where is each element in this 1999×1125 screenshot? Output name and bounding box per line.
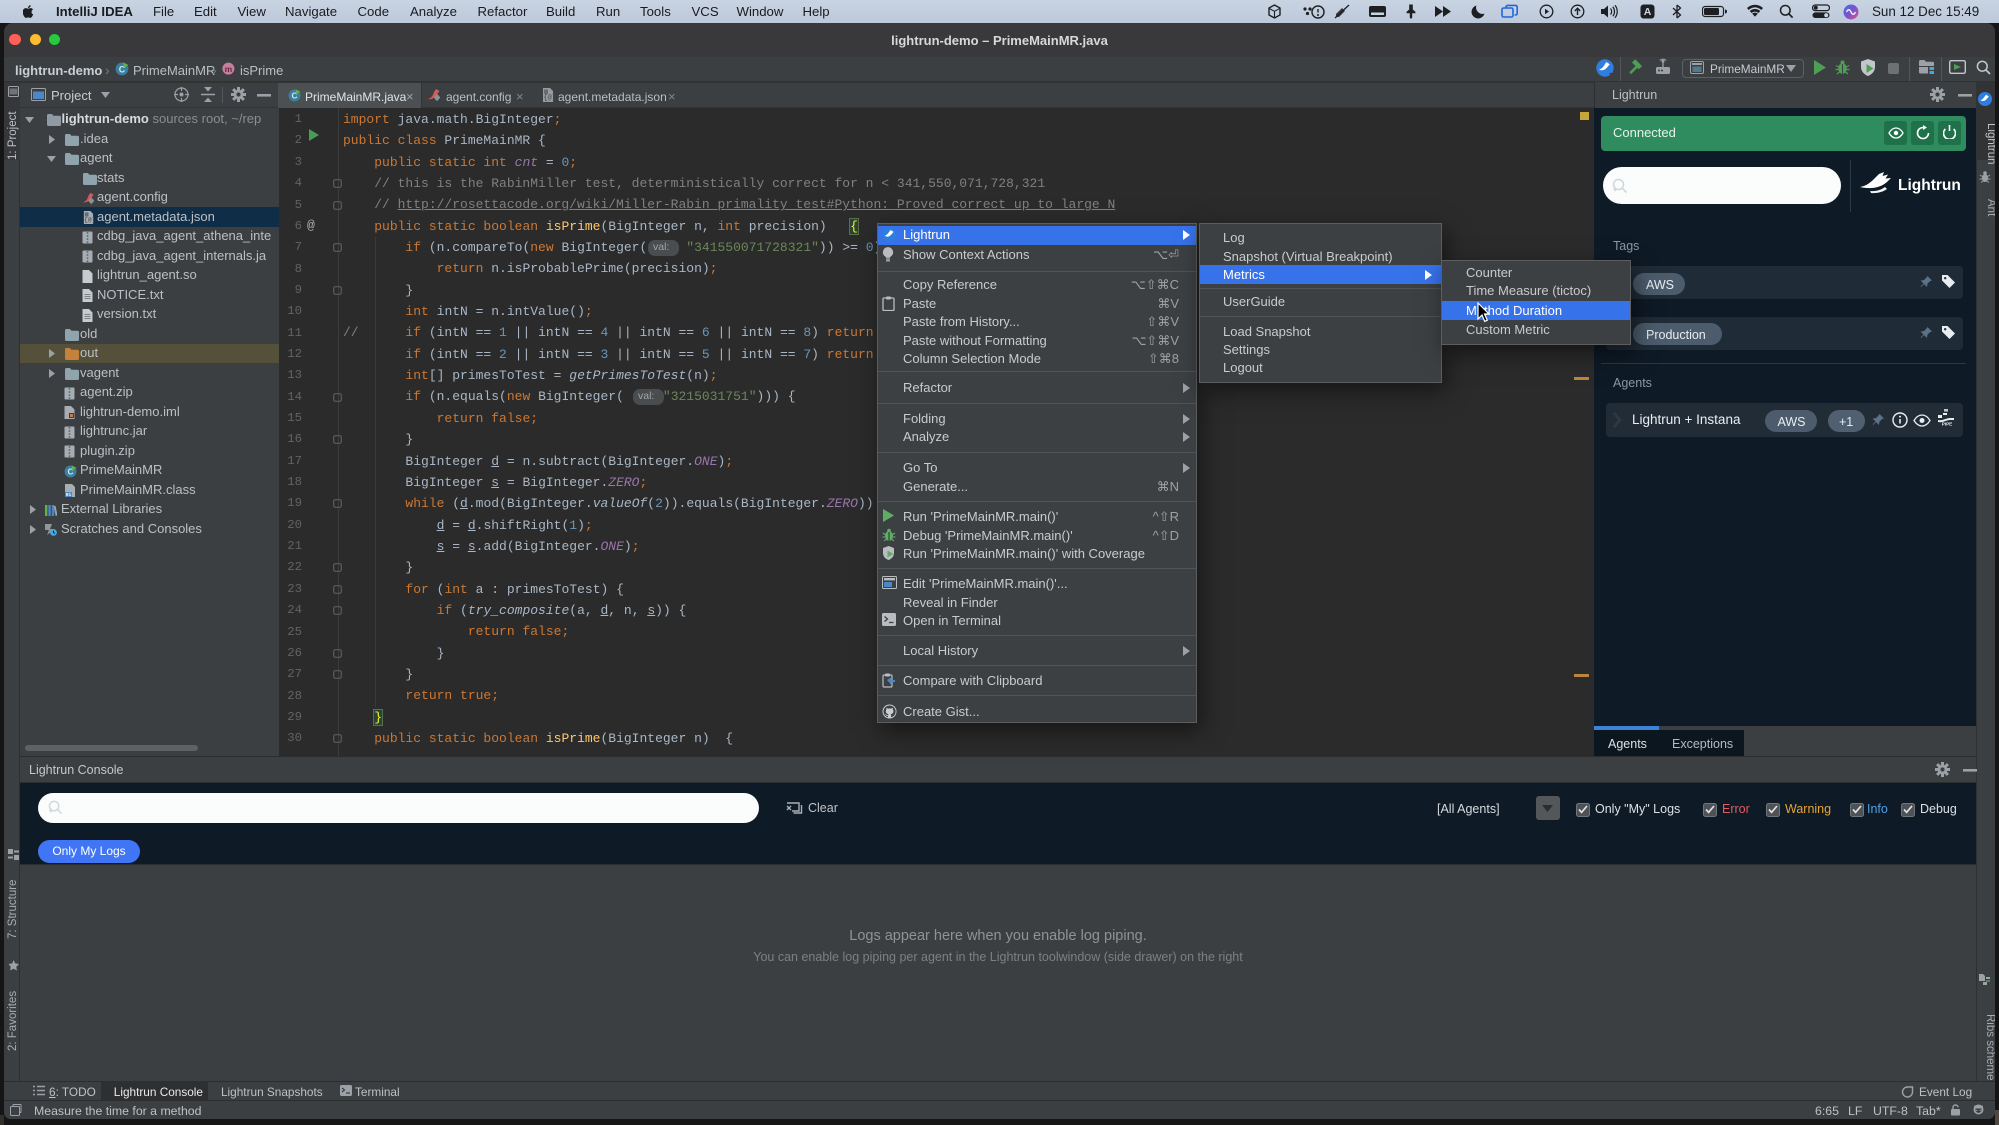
svg-text:Lightrun: Lightrun (1898, 177, 1961, 194)
svg-text:{@}: {@} (543, 95, 554, 102)
svg-text:{@}: {@} (84, 217, 94, 224)
svg-text:A: A (1644, 6, 1652, 18)
svg-text:PIPE: PIPE (1942, 422, 1952, 426)
svg-text:m: m (225, 64, 233, 74)
svg-text:01: 01 (65, 492, 71, 497)
